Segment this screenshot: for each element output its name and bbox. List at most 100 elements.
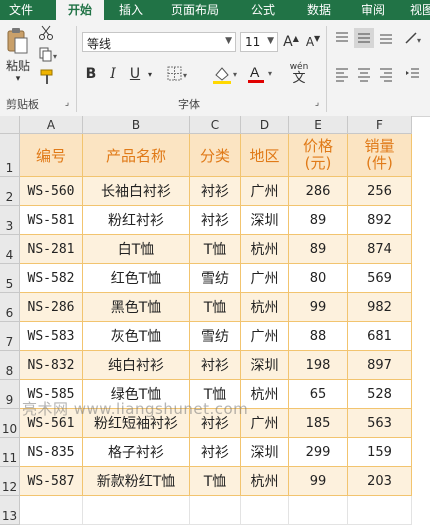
table-cell[interactable]: 格子衬衫	[83, 438, 190, 467]
table-cell[interactable]: 89	[289, 206, 348, 235]
table-cell[interactable]: WS-560	[20, 177, 83, 206]
table-cell[interactable]: 198	[289, 351, 348, 380]
bold-button[interactable]: B	[82, 64, 100, 84]
cut-icon[interactable]	[36, 24, 56, 42]
table-cell[interactable]: T恤	[190, 293, 241, 322]
table-cell[interactable]: 159	[348, 438, 412, 467]
table-cell[interactable]: 深圳	[241, 438, 289, 467]
header-cell[interactable]: 销量 (件)	[348, 134, 412, 177]
underline-dropdown-icon[interactable]: ▾	[144, 64, 156, 84]
table-cell[interactable]: 88	[289, 322, 348, 351]
shrink-font-button[interactable]: A ▼	[304, 32, 322, 52]
tab-insert[interactable]: 插入	[108, 0, 154, 20]
phonetic-guide-button[interactable]: wén 文	[284, 60, 314, 88]
align-right-icon[interactable]	[376, 64, 396, 84]
table-cell[interactable]: 874	[348, 235, 412, 264]
table-cell[interactable]: 雪纺	[190, 264, 241, 293]
paste-button[interactable]: 粘贴	[3, 58, 33, 73]
table-cell[interactable]	[83, 496, 190, 525]
column-header-b[interactable]: B	[83, 116, 190, 134]
table-cell[interactable]: 纯白衬衫	[83, 351, 190, 380]
table-cell[interactable]: 黑色T恤	[83, 293, 190, 322]
table-cell[interactable]: WS-581	[20, 206, 83, 235]
table-cell[interactable]: NS-286	[20, 293, 83, 322]
tab-page-layout[interactable]: 页面布局	[160, 0, 230, 20]
table-cell[interactable]: 杭州	[241, 235, 289, 264]
column-header-e[interactable]: E	[289, 116, 348, 134]
row-header-10[interactable]: 10	[0, 409, 20, 438]
table-cell[interactable]: WS-587	[20, 467, 83, 496]
table-cell[interactable]: 563	[348, 409, 412, 438]
table-cell[interactable]	[20, 496, 83, 525]
font-size-select[interactable]: 11 ▼	[240, 32, 278, 52]
table-cell[interactable]: 569	[348, 264, 412, 293]
table-cell[interactable]: 粉红衬衫	[83, 206, 190, 235]
column-header-f[interactable]: F	[348, 116, 412, 134]
row-header-5[interactable]: 5	[0, 264, 20, 293]
table-cell[interactable]: 深圳	[241, 351, 289, 380]
tab-view[interactable]: 视图	[402, 0, 430, 20]
row-header-13[interactable]: 13	[0, 496, 20, 525]
paste-dropdown-icon[interactable]: ▾	[3, 74, 33, 84]
header-cell[interactable]: 编号	[20, 134, 83, 177]
tab-home[interactable]: 开始	[56, 0, 104, 20]
row-header-2[interactable]: 2	[0, 177, 20, 206]
align-center-icon[interactable]	[354, 64, 374, 84]
table-cell[interactable]: NS-832	[20, 351, 83, 380]
row-header-12[interactable]: 12	[0, 467, 20, 496]
table-cell[interactable]: 299	[289, 438, 348, 467]
table-cell[interactable]: 广州	[241, 322, 289, 351]
column-header-a[interactable]: A	[20, 116, 83, 134]
row-header-8[interactable]: 8	[0, 351, 20, 380]
align-middle-icon[interactable]	[354, 28, 374, 48]
table-cell[interactable]: 衬衫	[190, 177, 241, 206]
table-cell[interactable]: 892	[348, 206, 412, 235]
fill-color-icon[interactable]: ▾	[210, 64, 242, 86]
orientation-icon[interactable]: ▾	[402, 28, 424, 48]
underline-button[interactable]: U	[126, 64, 144, 84]
row-header-4[interactable]: 4	[0, 235, 20, 264]
row-header-11[interactable]: 11	[0, 438, 20, 467]
table-cell[interactable]: WS-583	[20, 322, 83, 351]
table-cell[interactable]: 528	[348, 380, 412, 409]
format-painter-icon[interactable]	[36, 68, 58, 86]
table-cell[interactable]: 新款粉红T恤	[83, 467, 190, 496]
table-cell[interactable]: 广州	[241, 177, 289, 206]
table-cell[interactable]: 80	[289, 264, 348, 293]
header-cell[interactable]: 产品名称	[83, 134, 190, 177]
table-cell[interactable]: 衬衫	[190, 438, 241, 467]
clipboard-launcher-icon[interactable]: ⌟	[62, 98, 72, 108]
table-cell[interactable]: 杭州	[241, 467, 289, 496]
header-cell[interactable]: 价格 (元)	[289, 134, 348, 177]
table-cell[interactable]: 杭州	[241, 293, 289, 322]
table-cell[interactable]: 185	[289, 409, 348, 438]
table-cell[interactable]: 深圳	[241, 206, 289, 235]
indent-icon[interactable]	[402, 64, 424, 84]
table-cell[interactable]: 衬衫	[190, 206, 241, 235]
table-cell[interactable]: WS-582	[20, 264, 83, 293]
header-cell[interactable]: 地区	[241, 134, 289, 177]
align-bottom-icon[interactable]	[376, 28, 396, 48]
table-cell[interactable]: 雪纺	[190, 322, 241, 351]
table-cell[interactable]: T恤	[190, 467, 241, 496]
table-cell[interactable]: 897	[348, 351, 412, 380]
table-cell[interactable]: 681	[348, 322, 412, 351]
row-header-6[interactable]: 6	[0, 293, 20, 322]
table-cell[interactable]: 红色T恤	[83, 264, 190, 293]
table-cell[interactable]: 广州	[241, 264, 289, 293]
table-cell[interactable]: 89	[289, 235, 348, 264]
table-cell[interactable]	[348, 496, 412, 525]
font-name-select[interactable]: 等线 ▼	[82, 32, 236, 52]
table-cell[interactable]: T恤	[190, 235, 241, 264]
row-header-7[interactable]: 7	[0, 322, 20, 351]
table-cell[interactable]	[289, 496, 348, 525]
row-header-9[interactable]: 9	[0, 380, 20, 409]
row-header-1[interactable]: 1	[0, 134, 20, 177]
tab-review[interactable]: 审阅	[350, 0, 396, 20]
table-cell[interactable]: NS-835	[20, 438, 83, 467]
table-cell[interactable]: NS-281	[20, 235, 83, 264]
align-left-icon[interactable]	[332, 64, 352, 84]
font-color-icon[interactable]: A ▾	[246, 62, 276, 86]
paste-icon[interactable]	[4, 26, 30, 56]
table-cell[interactable]: 256	[348, 177, 412, 206]
